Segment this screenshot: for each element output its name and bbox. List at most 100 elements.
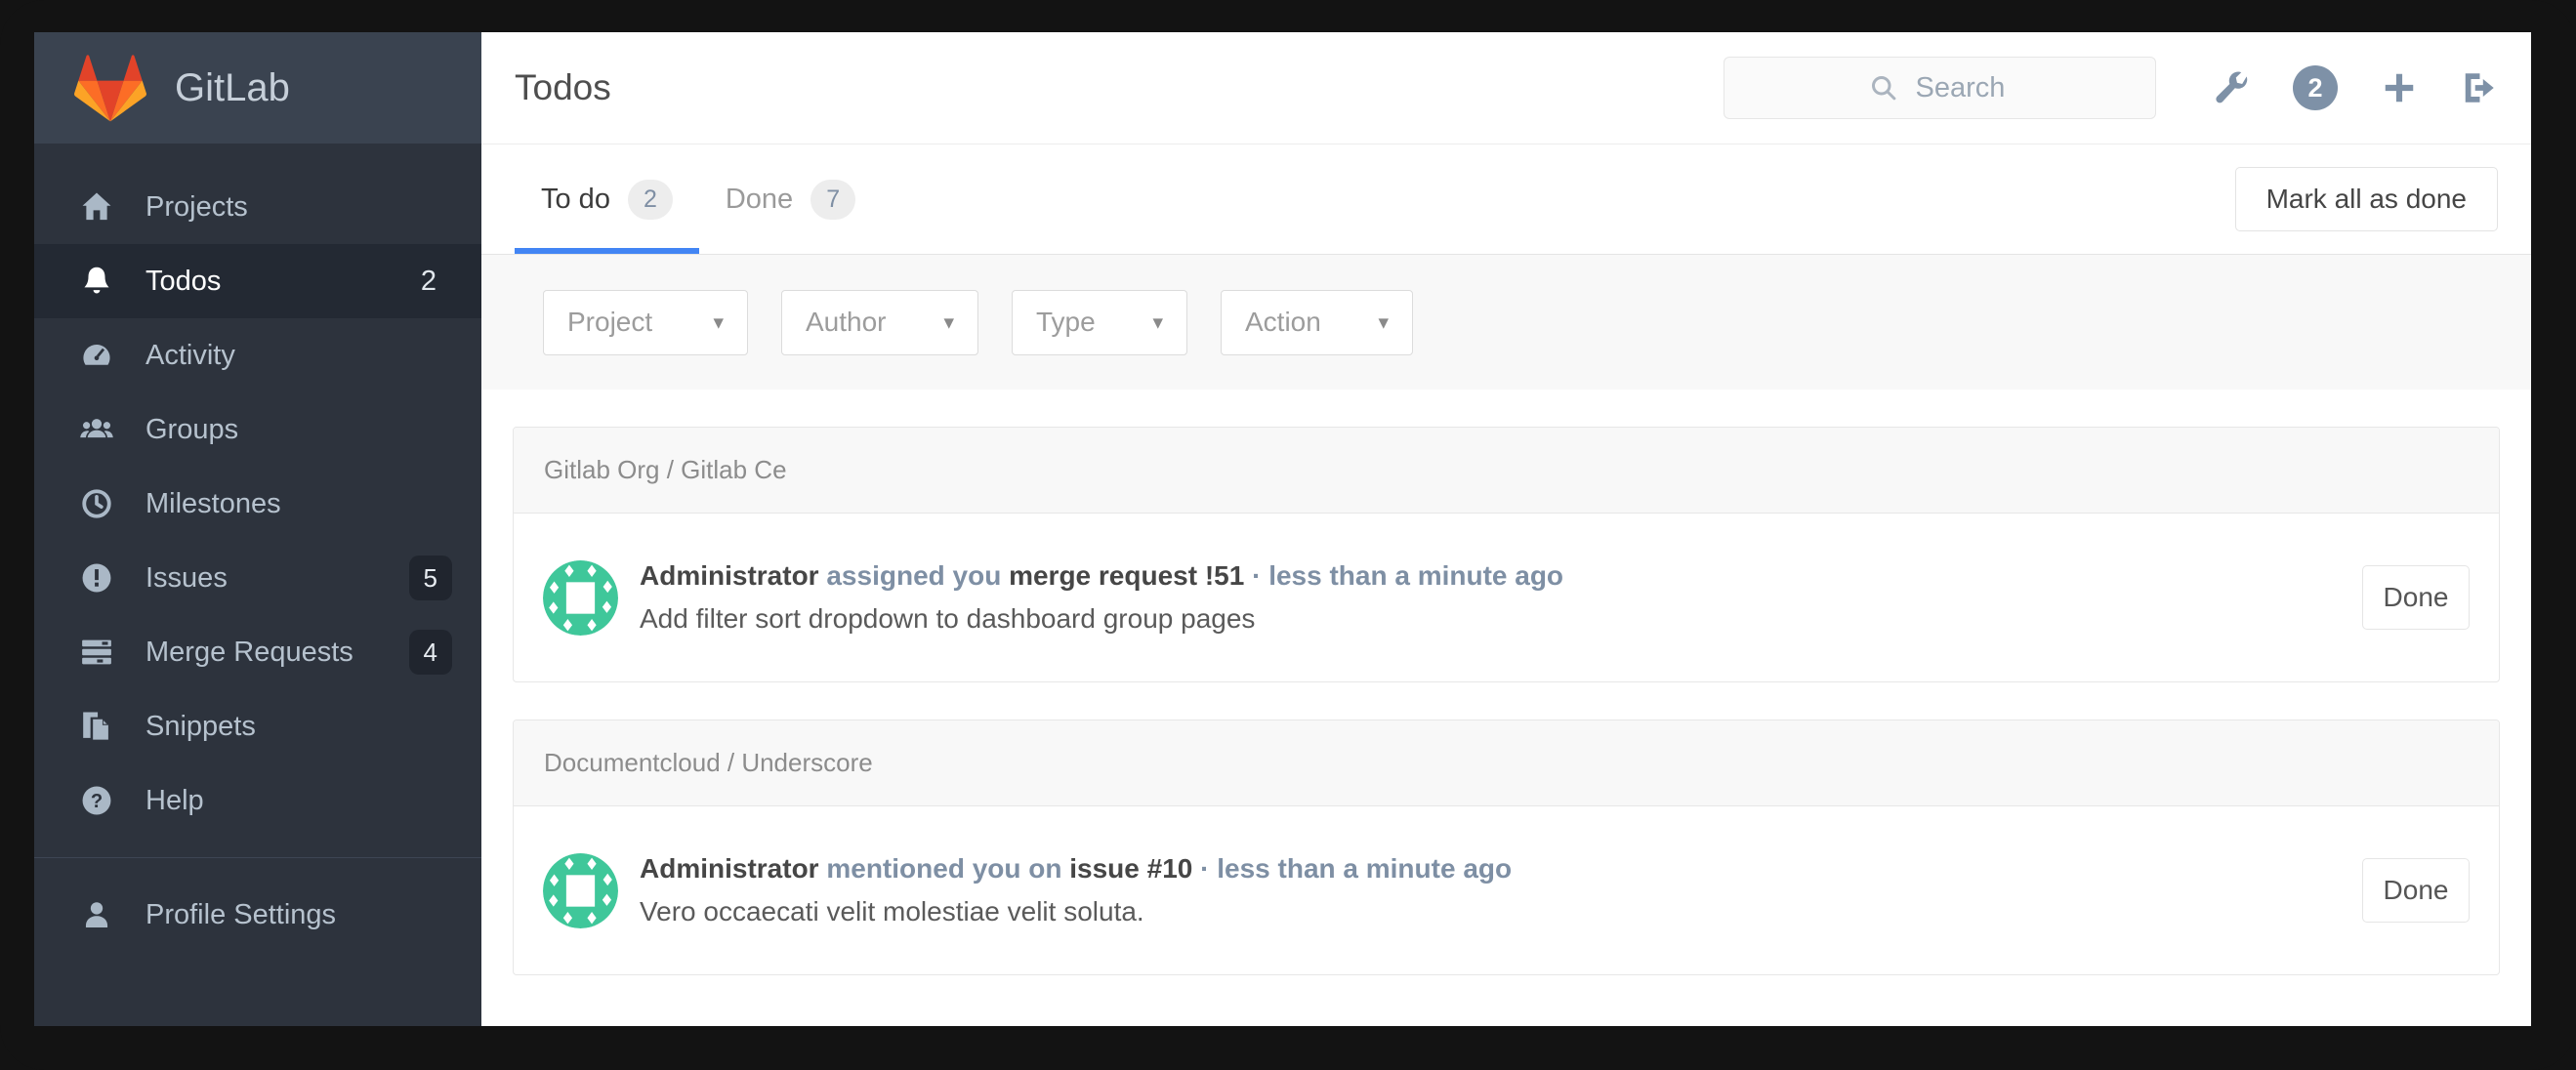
issue-icon: [79, 560, 114, 596]
sidebar-item-todos[interactable]: Todos 2: [34, 244, 481, 318]
todo-headline: Administrator mentioned you on issue #10…: [640, 847, 1512, 890]
todo-action: mentioned you on: [826, 853, 1062, 884]
merge-request-icon: [79, 635, 114, 670]
filter-bar: Project ▾ Author ▾ Type ▾ Action ▾: [481, 255, 2531, 390]
todo-item: Administrator mentioned you on issue #10…: [514, 806, 2499, 974]
sign-out-icon: [2461, 69, 2498, 106]
gitlab-tanuki-icon: [73, 53, 147, 123]
todos-list: Gitlab Org / Gitlab Ce Administrator ass…: [481, 390, 2531, 975]
sign-out-button[interactable]: [2461, 69, 2498, 106]
author-filter-dropdown[interactable]: Author ▾: [781, 289, 978, 355]
caret-down-icon: ▾: [1152, 310, 1163, 334]
sidebar: GitLab Projects Todos 2 Activity Groups …: [34, 32, 481, 1026]
sidebar-item-label: Profile Settings: [145, 898, 337, 930]
search-input[interactable]: [1724, 58, 2155, 118]
todos-count: 2: [420, 265, 436, 297]
filter-label: Project: [567, 307, 653, 337]
sidebar-item-milestones[interactable]: Milestones: [34, 467, 481, 541]
sidebar-nav: Projects Todos 2 Activity Groups Milesto…: [34, 144, 481, 838]
new-project-button[interactable]: [2381, 69, 2418, 106]
issues-count-badge: 5: [408, 556, 452, 600]
search-box[interactable]: [1724, 57, 2156, 119]
tabs-bar: To do 2 Done 7 Mark all as done: [481, 144, 2531, 255]
sidebar-item-activity[interactable]: Activity: [34, 318, 481, 392]
sidebar-item-label: Activity: [145, 339, 235, 371]
todo-target-link[interactable]: issue #10: [1069, 853, 1192, 884]
type-filter-dropdown[interactable]: Type ▾: [1012, 289, 1187, 355]
todos-counter-badge[interactable]: 2: [2293, 65, 2338, 110]
snippet-icon: [79, 709, 114, 744]
main-header: Todos 2: [481, 32, 2531, 144]
users-icon: [79, 412, 114, 447]
todo-body: Add filter sort dropdown to dashboard gr…: [640, 603, 1256, 634]
caret-down-icon: ▾: [943, 310, 954, 334]
todo-author: Administrator: [640, 560, 819, 591]
filter-label: Type: [1036, 307, 1096, 337]
avatar[interactable]: [543, 852, 618, 928]
filter-label: Action: [1245, 307, 1321, 337]
sidebar-item-label: Groups: [145, 413, 239, 445]
sidebar-item-label: Milestones: [145, 487, 281, 519]
sidebar-logo[interactable]: GitLab: [34, 32, 481, 144]
todo-group-panel: Documentcloud / Underscore Administrator…: [513, 720, 2500, 975]
tab-label: To do: [541, 183, 610, 215]
todo-action: assigned you: [826, 560, 1002, 591]
page-title: Todos: [515, 67, 611, 107]
clock-icon: [79, 486, 114, 521]
sidebar-item-label: Snippets: [145, 710, 256, 742]
sidebar-item-label: Projects: [145, 190, 248, 223]
app-window: GitLab Projects Todos 2 Activity Groups …: [0, 0, 2576, 1070]
sidebar-item-snippets[interactable]: Snippets: [34, 689, 481, 763]
group-header: Gitlab Org / Gitlab Ce: [514, 428, 2499, 514]
gitlab-app: GitLab Projects Todos 2 Activity Groups …: [34, 32, 2531, 1026]
tab-todo[interactable]: To do 2: [515, 144, 699, 254]
sidebar-item-issues[interactable]: Issues 5: [34, 541, 481, 615]
sidebar-item-groups[interactable]: Groups: [34, 392, 481, 467]
todo-target-link[interactable]: merge request !51: [1009, 560, 1244, 591]
todo-text: Administrator assigned you merge request…: [640, 555, 1563, 640]
search-icon: [1869, 73, 1898, 103]
merge-requests-count-badge: 4: [408, 630, 452, 675]
sidebar-item-merge-requests[interactable]: Merge Requests 4: [34, 615, 481, 689]
admin-wrench-button[interactable]: [2213, 69, 2250, 106]
tab-label: Done: [725, 183, 794, 215]
avatar[interactable]: [543, 559, 618, 636]
separator-dot: ·: [1200, 853, 1210, 884]
todo-group-panel: Gitlab Org / Gitlab Ce Administrator ass…: [513, 427, 2500, 682]
todo-item: Administrator assigned you merge request…: [514, 514, 2499, 681]
filter-label: Author: [806, 307, 887, 337]
user-icon: [79, 897, 114, 932]
done-button[interactable]: Done: [2362, 565, 2470, 630]
sidebar-item-projects[interactable]: Projects: [34, 170, 481, 244]
todo-timestamp: less than a minute ago: [1217, 853, 1513, 884]
sidebar-item-label: Merge Requests: [145, 636, 353, 668]
sidebar-item-label: Todos: [145, 265, 222, 297]
mark-all-as-done-button[interactable]: Mark all as done: [2234, 167, 2498, 231]
todo-body: Vero occaecati velit molestiae velit sol…: [640, 896, 1144, 926]
tab-done-count-badge: 7: [810, 179, 856, 220]
sidebar-item-label: Help: [145, 784, 204, 816]
separator-dot: ·: [1252, 560, 1262, 591]
caret-down-icon: ▾: [713, 310, 724, 334]
svg-text:?: ?: [91, 791, 103, 812]
tab-todo-count-badge: 2: [627, 179, 673, 220]
project-filter-dropdown[interactable]: Project ▾: [543, 289, 748, 355]
header-controls: 2: [1724, 57, 2498, 119]
action-filter-dropdown[interactable]: Action ▾: [1221, 289, 1413, 355]
done-button[interactable]: Done: [2362, 858, 2470, 923]
todo-text: Administrator mentioned you on issue #10…: [640, 847, 1512, 933]
help-icon: ?: [79, 783, 114, 818]
dashboard-icon: [79, 338, 114, 373]
tab-done[interactable]: Done 7: [699, 144, 882, 254]
todo-headline: Administrator assigned you merge request…: [640, 555, 1563, 597]
bell-icon: [79, 264, 114, 299]
wrench-icon: [2213, 69, 2250, 106]
todo-timestamp: less than a minute ago: [1268, 560, 1564, 591]
caret-down-icon: ▾: [1378, 310, 1389, 334]
sidebar-item-label: Issues: [145, 561, 228, 594]
todo-author: Administrator: [640, 853, 819, 884]
sidebar-item-help[interactable]: ? Help: [34, 763, 481, 838]
brand-name: GitLab: [175, 65, 290, 109]
sidebar-item-profile-settings[interactable]: Profile Settings: [34, 878, 481, 952]
main-area: Todos 2: [481, 32, 2531, 1026]
